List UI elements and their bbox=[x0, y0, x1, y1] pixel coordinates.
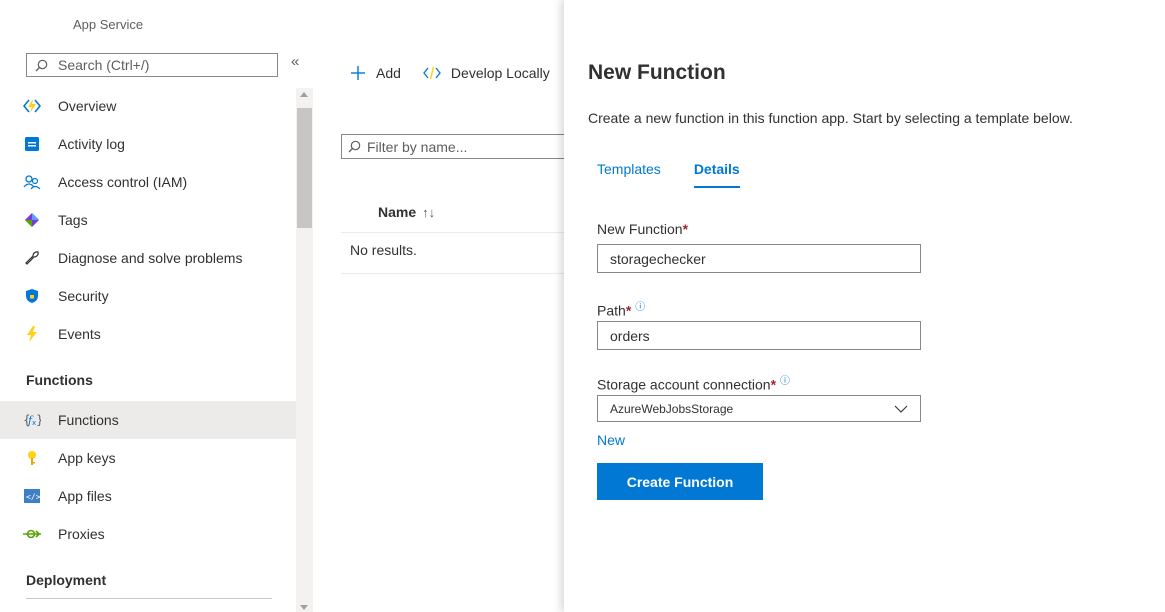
sort-arrows-icon[interactable]: ↑↓ bbox=[422, 205, 435, 220]
nav-item-tags[interactable]: Tags bbox=[0, 201, 296, 239]
develop-locally-button[interactable]: Develop Locally bbox=[423, 65, 550, 81]
nav-item-security[interactable]: Security bbox=[0, 277, 296, 315]
collapse-nav-button[interactable]: « bbox=[291, 53, 299, 70]
nav-item-app-files[interactable]: </> App files bbox=[0, 477, 296, 515]
path-input[interactable]: orders bbox=[597, 321, 921, 350]
key-icon bbox=[22, 448, 42, 468]
functions-toolbar: Add Develop Locally bbox=[350, 65, 572, 81]
divider bbox=[26, 598, 272, 599]
add-button-label: Add bbox=[376, 65, 401, 81]
new-function-panel: New Function Create a new function in th… bbox=[564, 0, 1165, 612]
left-navigation: App Service Search (Ctrl+/) « Overview A… bbox=[0, 0, 299, 612]
tab-templates[interactable]: Templates bbox=[597, 161, 661, 188]
create-function-button[interactable]: Create Function bbox=[597, 463, 763, 500]
field-label-text: Storage account connection bbox=[597, 376, 771, 393]
filter-placeholder: Filter by name... bbox=[367, 138, 468, 155]
empty-list-message: No results. bbox=[350, 242, 417, 258]
panel-description: Create a new function in this function a… bbox=[588, 110, 1073, 126]
scroll-down-arrow-icon[interactable] bbox=[300, 605, 308, 610]
function-icon: {fx} bbox=[22, 410, 42, 430]
required-marker: * bbox=[625, 302, 632, 319]
shield-icon bbox=[22, 286, 42, 306]
field-label-text: Path bbox=[597, 302, 626, 319]
develop-locally-label: Develop Locally bbox=[450, 65, 550, 81]
new-connection-link[interactable]: New bbox=[597, 432, 625, 448]
nav-item-functions[interactable]: {fx} Functions bbox=[0, 401, 296, 439]
search-icon bbox=[35, 59, 48, 72]
tags-icon bbox=[22, 210, 42, 230]
path-value: orders bbox=[610, 327, 650, 344]
code-file-icon: </> bbox=[22, 486, 42, 506]
nav-item-access-control[interactable]: Access control (IAM) bbox=[0, 163, 296, 201]
required-marker: * bbox=[770, 376, 777, 393]
divider bbox=[341, 273, 571, 274]
add-button[interactable]: Add bbox=[350, 65, 401, 81]
divider bbox=[341, 232, 571, 233]
overview-icon bbox=[22, 96, 42, 116]
tab-details[interactable]: Details bbox=[693, 161, 740, 188]
name-column-header[interactable]: Name ↑↓ bbox=[378, 204, 435, 220]
nav-item-label: App keys bbox=[58, 450, 116, 466]
nav-section-deployment: Deployment bbox=[26, 572, 107, 588]
filter-by-name-input[interactable]: Filter by name... bbox=[341, 134, 571, 159]
field-label-text: New Function bbox=[597, 221, 683, 237]
lightning-icon bbox=[22, 324, 42, 344]
app-type-label: App Service bbox=[73, 17, 144, 32]
storage-connection-select[interactable]: AzureWebJobsStorage bbox=[597, 395, 921, 422]
nav-item-label: Activity log bbox=[58, 136, 125, 152]
proxy-icon bbox=[22, 524, 42, 544]
nav-item-app-keys[interactable]: App keys bbox=[0, 439, 296, 477]
chevron-down-icon bbox=[894, 405, 908, 413]
path-label: Path* ⓘ bbox=[597, 298, 645, 319]
function-name-label: New Function* bbox=[597, 221, 688, 237]
access-control-icon bbox=[22, 172, 42, 192]
nav-item-proxies[interactable]: Proxies bbox=[0, 515, 296, 553]
scroll-up-arrow-icon[interactable] bbox=[300, 92, 308, 97]
scrollbar-thumb[interactable] bbox=[297, 108, 312, 228]
storage-connection-value: AzureWebJobsStorage bbox=[610, 401, 734, 416]
activity-log-icon bbox=[22, 134, 42, 154]
search-icon bbox=[348, 140, 361, 153]
nav-item-label: Functions bbox=[58, 412, 119, 428]
nav-section-functions: Functions bbox=[26, 372, 93, 388]
nav-item-label: Diagnose and solve problems bbox=[58, 250, 243, 266]
required-marker: * bbox=[682, 221, 689, 237]
svg-text:}: } bbox=[36, 413, 41, 427]
code-icon bbox=[423, 66, 441, 80]
storage-connection-label: Storage account connection* ⓘ bbox=[597, 372, 790, 393]
column-header-label: Name bbox=[378, 204, 417, 220]
nav-item-events[interactable]: Events bbox=[0, 315, 296, 353]
function-name-input[interactable]: storagechecker bbox=[597, 244, 921, 273]
info-icon[interactable]: ⓘ bbox=[635, 302, 645, 313]
nav-item-activity-log[interactable]: Activity log bbox=[0, 125, 296, 163]
nav-item-label: Tags bbox=[58, 212, 88, 228]
panel-title: New Function bbox=[588, 61, 726, 84]
svg-text:</>: </> bbox=[26, 493, 40, 502]
nav-item-label: Security bbox=[58, 288, 109, 304]
info-icon[interactable]: ⓘ bbox=[780, 376, 790, 387]
panel-tabs: Templates Details bbox=[597, 161, 773, 188]
nav-scrollbar[interactable] bbox=[296, 88, 313, 612]
nav-item-label: Events bbox=[58, 326, 101, 342]
nav-item-diagnose[interactable]: Diagnose and solve problems bbox=[0, 239, 296, 277]
function-name-value: storagechecker bbox=[610, 250, 706, 267]
nav-item-label: Access control (IAM) bbox=[58, 174, 188, 190]
wrench-icon bbox=[22, 248, 42, 268]
nav-search-input[interactable]: Search (Ctrl+/) bbox=[26, 53, 278, 77]
nav-search-placeholder: Search (Ctrl+/) bbox=[58, 57, 150, 73]
nav-item-label: Overview bbox=[58, 98, 117, 114]
nav-item-label: Proxies bbox=[58, 526, 105, 542]
nav-item-label: App files bbox=[58, 488, 112, 504]
plus-icon bbox=[350, 65, 366, 81]
nav-item-overview[interactable]: Overview bbox=[0, 87, 296, 125]
